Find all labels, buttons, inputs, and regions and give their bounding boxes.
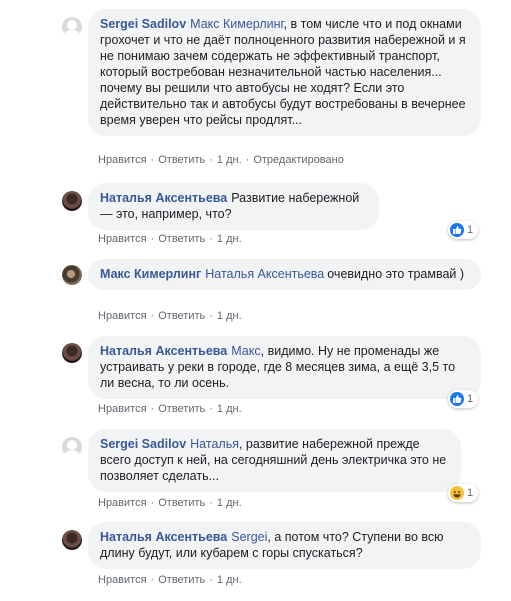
user-avatar[interactable] xyxy=(62,530,82,550)
comment-text: очевидно это трамвай ) xyxy=(327,267,465,281)
timestamp[interactable]: 1 дн. xyxy=(217,497,242,509)
reaction-count: 1 xyxy=(467,487,474,499)
comment-bubble: Sergei Sadilov Наталья, развитие набережн… xyxy=(88,429,461,492)
edited-label[interactable]: Отредактировано xyxy=(253,154,344,166)
comment-actions: Нравится · Ответить · 1 дн. xyxy=(98,497,242,509)
comment-actions: Нравится · Ответить · 1 дн. xyxy=(98,233,242,245)
comment-text: , в том числе что и под окнами грохочет … xyxy=(100,17,466,127)
reaction-count: 1 xyxy=(467,224,474,236)
author-name[interactable]: Наталья Аксентьева xyxy=(100,191,227,205)
like-button[interactable]: Нравится xyxy=(98,403,147,415)
like-reaction-icon xyxy=(450,392,464,406)
mention-link[interactable]: Наталья Аксентьева xyxy=(205,267,324,281)
mention-link[interactable]: Макс xyxy=(231,344,260,358)
like-button[interactable]: Нравится xyxy=(98,310,147,322)
comment-bubble: Sergei Sadilov Макс Кимерлинг, в том числ… xyxy=(88,9,481,136)
haha-reaction-icon xyxy=(450,486,464,500)
like-button[interactable]: Нравится xyxy=(98,233,147,245)
author-name[interactable]: Sergei Sadilov xyxy=(100,17,186,31)
user-avatar[interactable] xyxy=(62,191,82,211)
reaction-count: 1 xyxy=(467,393,474,405)
reply-button[interactable]: Ответить xyxy=(158,497,205,509)
comment-bubble: Наталья Аксентьева Макс, видимо. Ну не пр… xyxy=(88,336,481,399)
mention-link[interactable]: Макс Кимерлинг xyxy=(190,17,283,31)
comment-actions: Нравится · Ответить · 1 дн. xyxy=(98,574,242,586)
like-button[interactable]: Нравится xyxy=(98,497,147,509)
user-avatar[interactable] xyxy=(62,343,82,363)
reply-button[interactable]: Ответить xyxy=(158,574,205,586)
author-name[interactable]: Макс Кимерлинг xyxy=(100,267,201,281)
reply-button[interactable]: Ответить xyxy=(158,403,205,415)
author-name[interactable]: Наталья Аксентьева xyxy=(100,344,227,358)
default-avatar-icon[interactable] xyxy=(62,17,82,37)
reply-button[interactable]: Ответить xyxy=(158,310,205,322)
timestamp[interactable]: 1 дн. xyxy=(217,233,242,245)
comment-actions: Нравится · Ответить · 1 дн. · Отредактировано xyxy=(98,154,344,166)
reaction-summary[interactable]: 1 xyxy=(448,390,479,408)
timestamp[interactable]: 1 дн. xyxy=(217,310,242,322)
author-name[interactable]: Наталья Аксентьева xyxy=(100,530,227,544)
like-button[interactable]: Нравится xyxy=(98,574,147,586)
default-avatar-icon[interactable] xyxy=(62,437,82,457)
comment-bubble: Наталья Аксентьева Развитие набережной — … xyxy=(88,183,379,230)
reply-button[interactable]: Ответить xyxy=(158,154,205,166)
timestamp[interactable]: 1 дн. xyxy=(217,574,242,586)
reply-button[interactable]: Ответить xyxy=(158,233,205,245)
mention-link[interactable]: Sergei xyxy=(231,530,267,544)
author-name[interactable]: Sergei Sadilov xyxy=(100,437,186,451)
comment-actions: Нравится · Ответить · 1 дн. xyxy=(98,310,242,322)
like-button[interactable]: Нравится xyxy=(98,154,147,166)
reaction-summary[interactable]: 1 xyxy=(448,484,479,502)
timestamp[interactable]: 1 дн. xyxy=(217,154,242,166)
comment-bubble: Наталья Аксентьева Sergei, а потом что? С… xyxy=(88,522,481,569)
mention-link[interactable]: Наталья xyxy=(190,437,239,451)
like-reaction-icon xyxy=(450,223,464,237)
comment-actions: Нравится · Ответить · 1 дн. xyxy=(98,403,242,415)
comment-bubble: Макс Кимерлинг Наталья Аксентьева очевидно… xyxy=(88,259,481,290)
timestamp[interactable]: 1 дн. xyxy=(217,403,242,415)
reaction-summary[interactable]: 1 xyxy=(448,221,479,239)
user-avatar[interactable] xyxy=(62,265,82,285)
